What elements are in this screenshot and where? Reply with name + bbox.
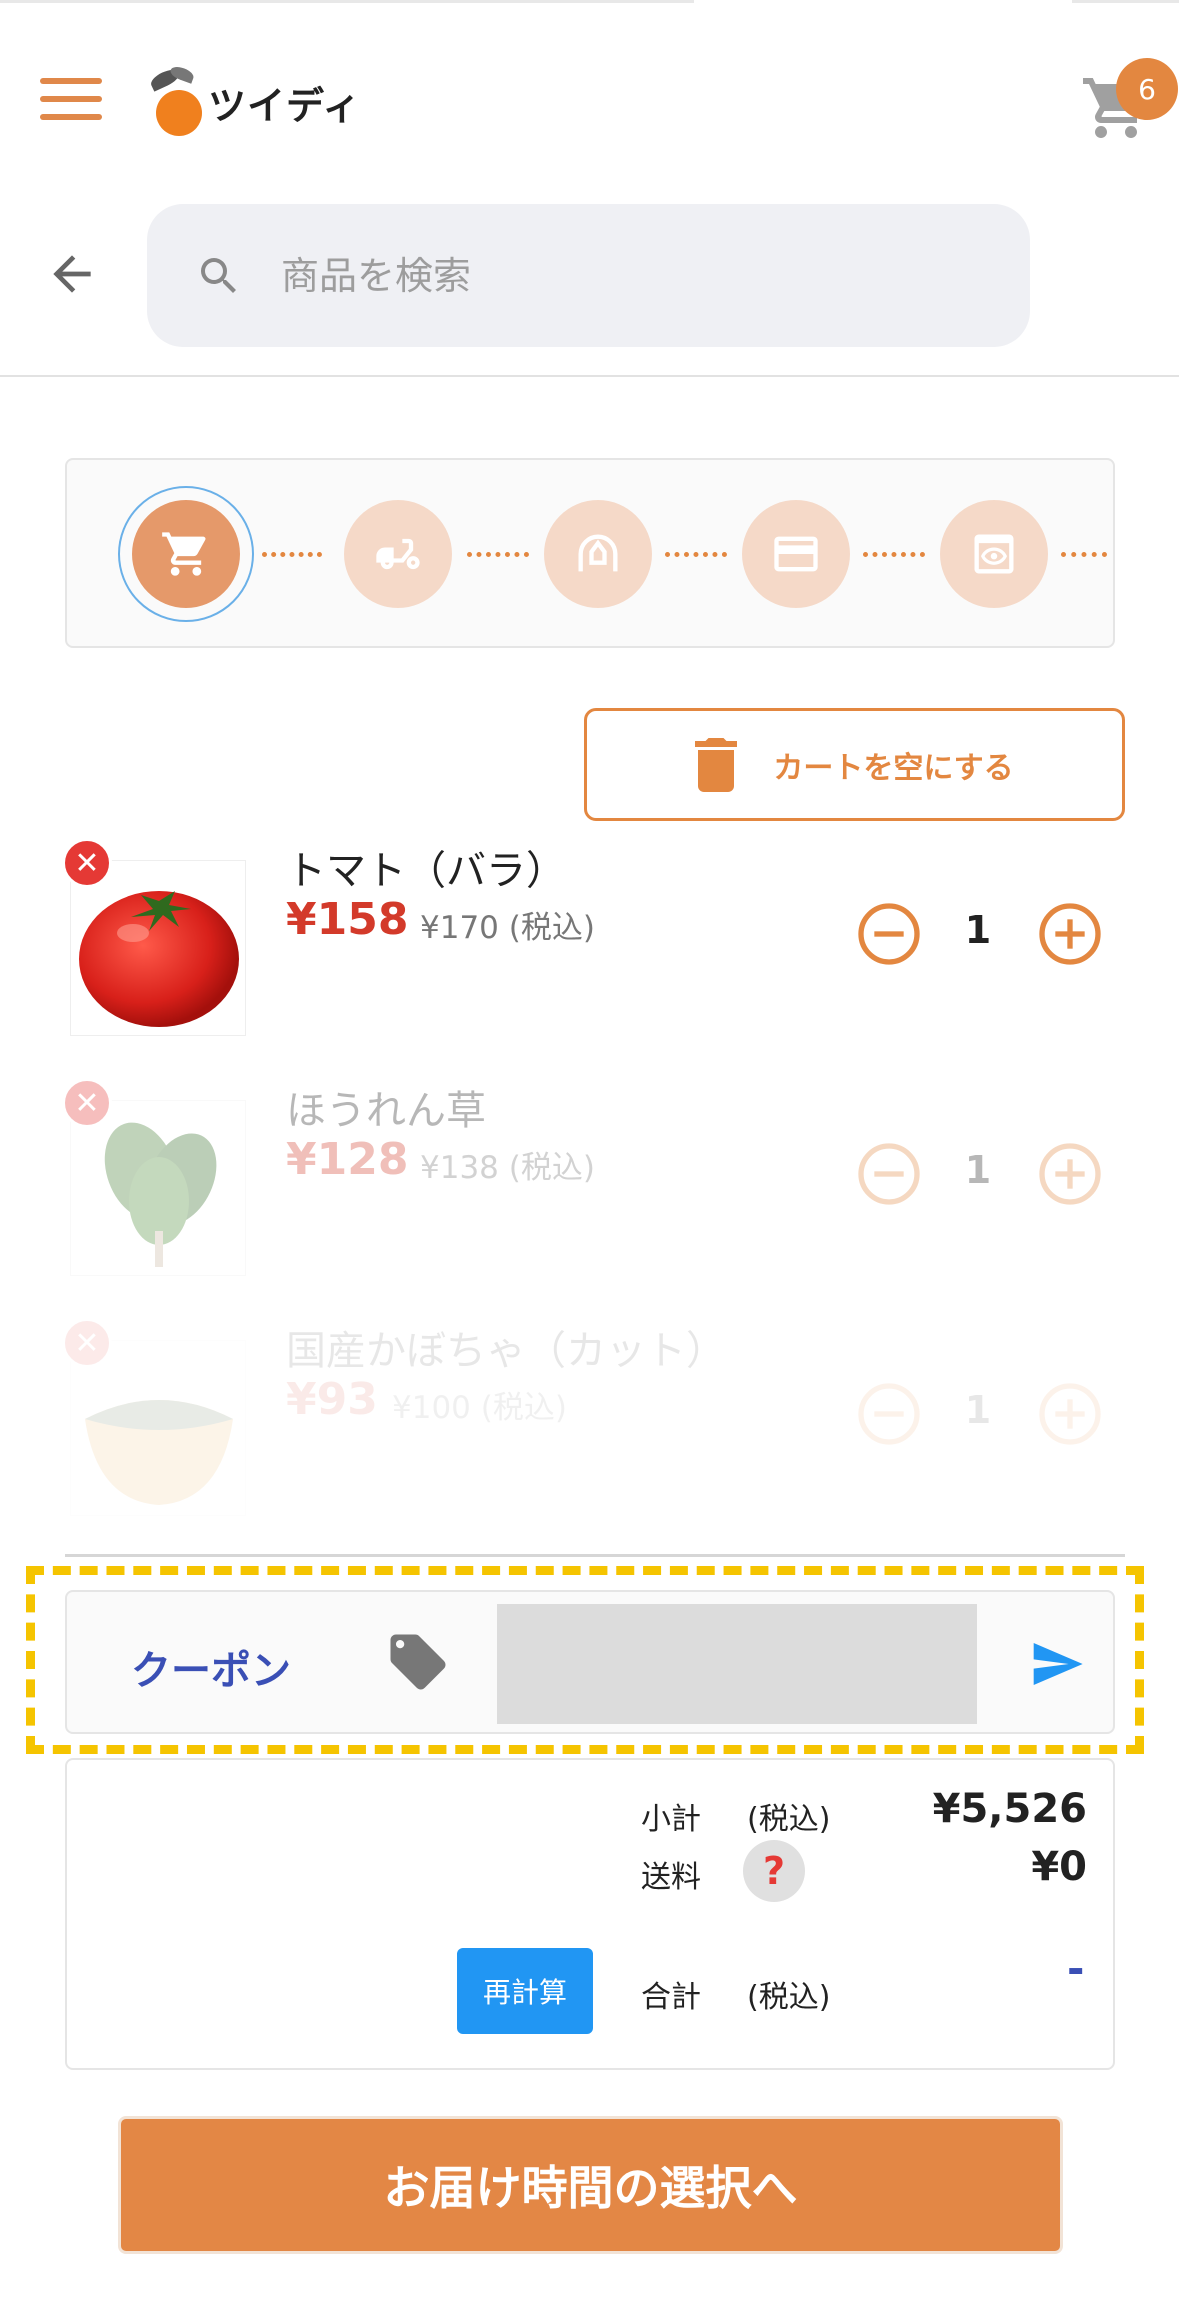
spinach-image xyxy=(104,1122,217,1267)
remove-item-button[interactable]: ✕ xyxy=(62,1318,112,1368)
coupon-code-input[interactable] xyxy=(497,1604,977,1724)
step-address[interactable] xyxy=(544,500,652,608)
menu-bar xyxy=(40,78,102,84)
item-price: ¥158 xyxy=(286,894,409,945)
cart-count-badge: 6 xyxy=(1116,58,1178,120)
remove-item-button[interactable]: ✕ xyxy=(62,1078,112,1128)
item-original-price: ¥170 (税込) xyxy=(420,910,595,946)
step-review[interactable] xyxy=(940,500,1048,608)
step-connector xyxy=(262,552,322,558)
cart-item: ✕ 国産かぼちゃ（カット） ¥93 ¥100 (税込) 1 xyxy=(0,1318,1179,1518)
item-quantity: 1 xyxy=(964,908,992,952)
item-name: トマト（バラ） xyxy=(286,848,566,894)
step-connector xyxy=(1061,552,1107,558)
credit-card-icon xyxy=(774,536,818,572)
increase-quantity-button[interactable] xyxy=(1038,902,1102,966)
decrease-quantity-button[interactable] xyxy=(857,902,921,966)
app-logo[interactable]: ツイディ xyxy=(140,62,361,142)
subtotal-value: ¥5,526 xyxy=(932,1786,1087,1832)
hamburger-menu-button[interactable] xyxy=(40,78,102,124)
menu-bar xyxy=(40,96,102,102)
decrease-quantity-button[interactable] xyxy=(857,1142,921,1206)
shipping-help-button[interactable]: ? xyxy=(743,1840,805,1902)
subtotal-label: 小計 xyxy=(641,1802,701,1837)
decrease-quantity-button[interactable] xyxy=(857,1382,921,1446)
select-delivery-time-button[interactable]: お届け時間の選択へ xyxy=(118,2116,1063,2254)
step-delivery[interactable] xyxy=(344,500,452,608)
item-quantity: 1 xyxy=(964,1148,992,1192)
total-value: - xyxy=(1067,1944,1085,1993)
clear-cart-label: カートを空にする xyxy=(773,750,1014,786)
product-image-spinach[interactable] xyxy=(70,1100,246,1276)
product-image-pumpkin[interactable] xyxy=(70,1340,246,1516)
address-icon xyxy=(578,534,618,572)
delivery-scooter-icon xyxy=(376,538,420,570)
tomato-image xyxy=(79,891,239,1027)
item-price: ¥93 xyxy=(286,1374,378,1425)
tag-icon xyxy=(390,1634,446,1690)
review-icon xyxy=(974,534,1014,574)
increase-quantity-button[interactable] xyxy=(1038,1142,1102,1206)
top-status-line xyxy=(0,0,1179,3)
total-label: 合計 xyxy=(641,1980,701,2015)
subtotal-tax-note: (税込) xyxy=(747,1802,831,1837)
cart-icon xyxy=(162,532,206,576)
recalculate-button[interactable]: 再計算 xyxy=(457,1948,593,2034)
step-connector xyxy=(665,552,727,558)
cart-item: ✕ ほうれん草 ¥128 ¥138 (税込) 1 xyxy=(0,1078,1179,1278)
app-name: ツイディ xyxy=(208,83,362,128)
item-original-price: ¥100 (税込) xyxy=(392,1390,567,1426)
step-connector xyxy=(863,552,925,558)
step-payment[interactable] xyxy=(742,500,850,608)
product-image-tomato[interactable] xyxy=(70,860,246,1036)
remove-item-button[interactable]: ✕ xyxy=(62,838,112,888)
item-original-price: ¥138 (税込) xyxy=(420,1150,595,1186)
trash-icon xyxy=(695,737,738,792)
search-icon xyxy=(201,257,236,293)
step-cart[interactable] xyxy=(118,486,254,622)
total-tax-note: (税込) xyxy=(747,1980,831,2015)
back-arrow-icon[interactable] xyxy=(44,246,100,302)
step-connector xyxy=(467,552,529,558)
cart-item: ✕ トマト（バラ） ¥158 ¥170 (税込) 1 xyxy=(0,838,1179,1038)
search-input[interactable] xyxy=(281,253,981,298)
item-price: ¥128 xyxy=(286,1134,409,1185)
coupon-section: クーポン xyxy=(65,1590,1115,1734)
orange-logo-icon xyxy=(140,64,202,138)
coupon-label: クーポン xyxy=(131,1648,291,1694)
clear-cart-button[interactable]: カートを空にする xyxy=(584,708,1125,821)
send-icon[interactable] xyxy=(1027,1636,1087,1692)
items-divider xyxy=(65,1554,1125,1557)
menu-bar xyxy=(40,114,102,120)
pumpkin-image xyxy=(85,1400,233,1505)
shipping-label: 送料 xyxy=(641,1860,701,1895)
shipping-value: ¥0 xyxy=(1031,1844,1087,1890)
order-totals: 小計 (税込) ¥5,526 送料 ? ¥0 再計算 合計 (税込) - xyxy=(65,1758,1115,2070)
search-bar[interactable] xyxy=(147,204,1030,347)
app-header: ツイディ 6 xyxy=(0,40,1179,160)
header-divider xyxy=(0,375,1179,377)
item-name: ほうれん草 xyxy=(286,1088,486,1134)
item-quantity: 1 xyxy=(964,1388,992,1432)
checkout-progress-steps xyxy=(65,458,1115,648)
item-name: 国産かぼちゃ（カット） xyxy=(286,1328,726,1374)
increase-quantity-button[interactable] xyxy=(1038,1382,1102,1446)
